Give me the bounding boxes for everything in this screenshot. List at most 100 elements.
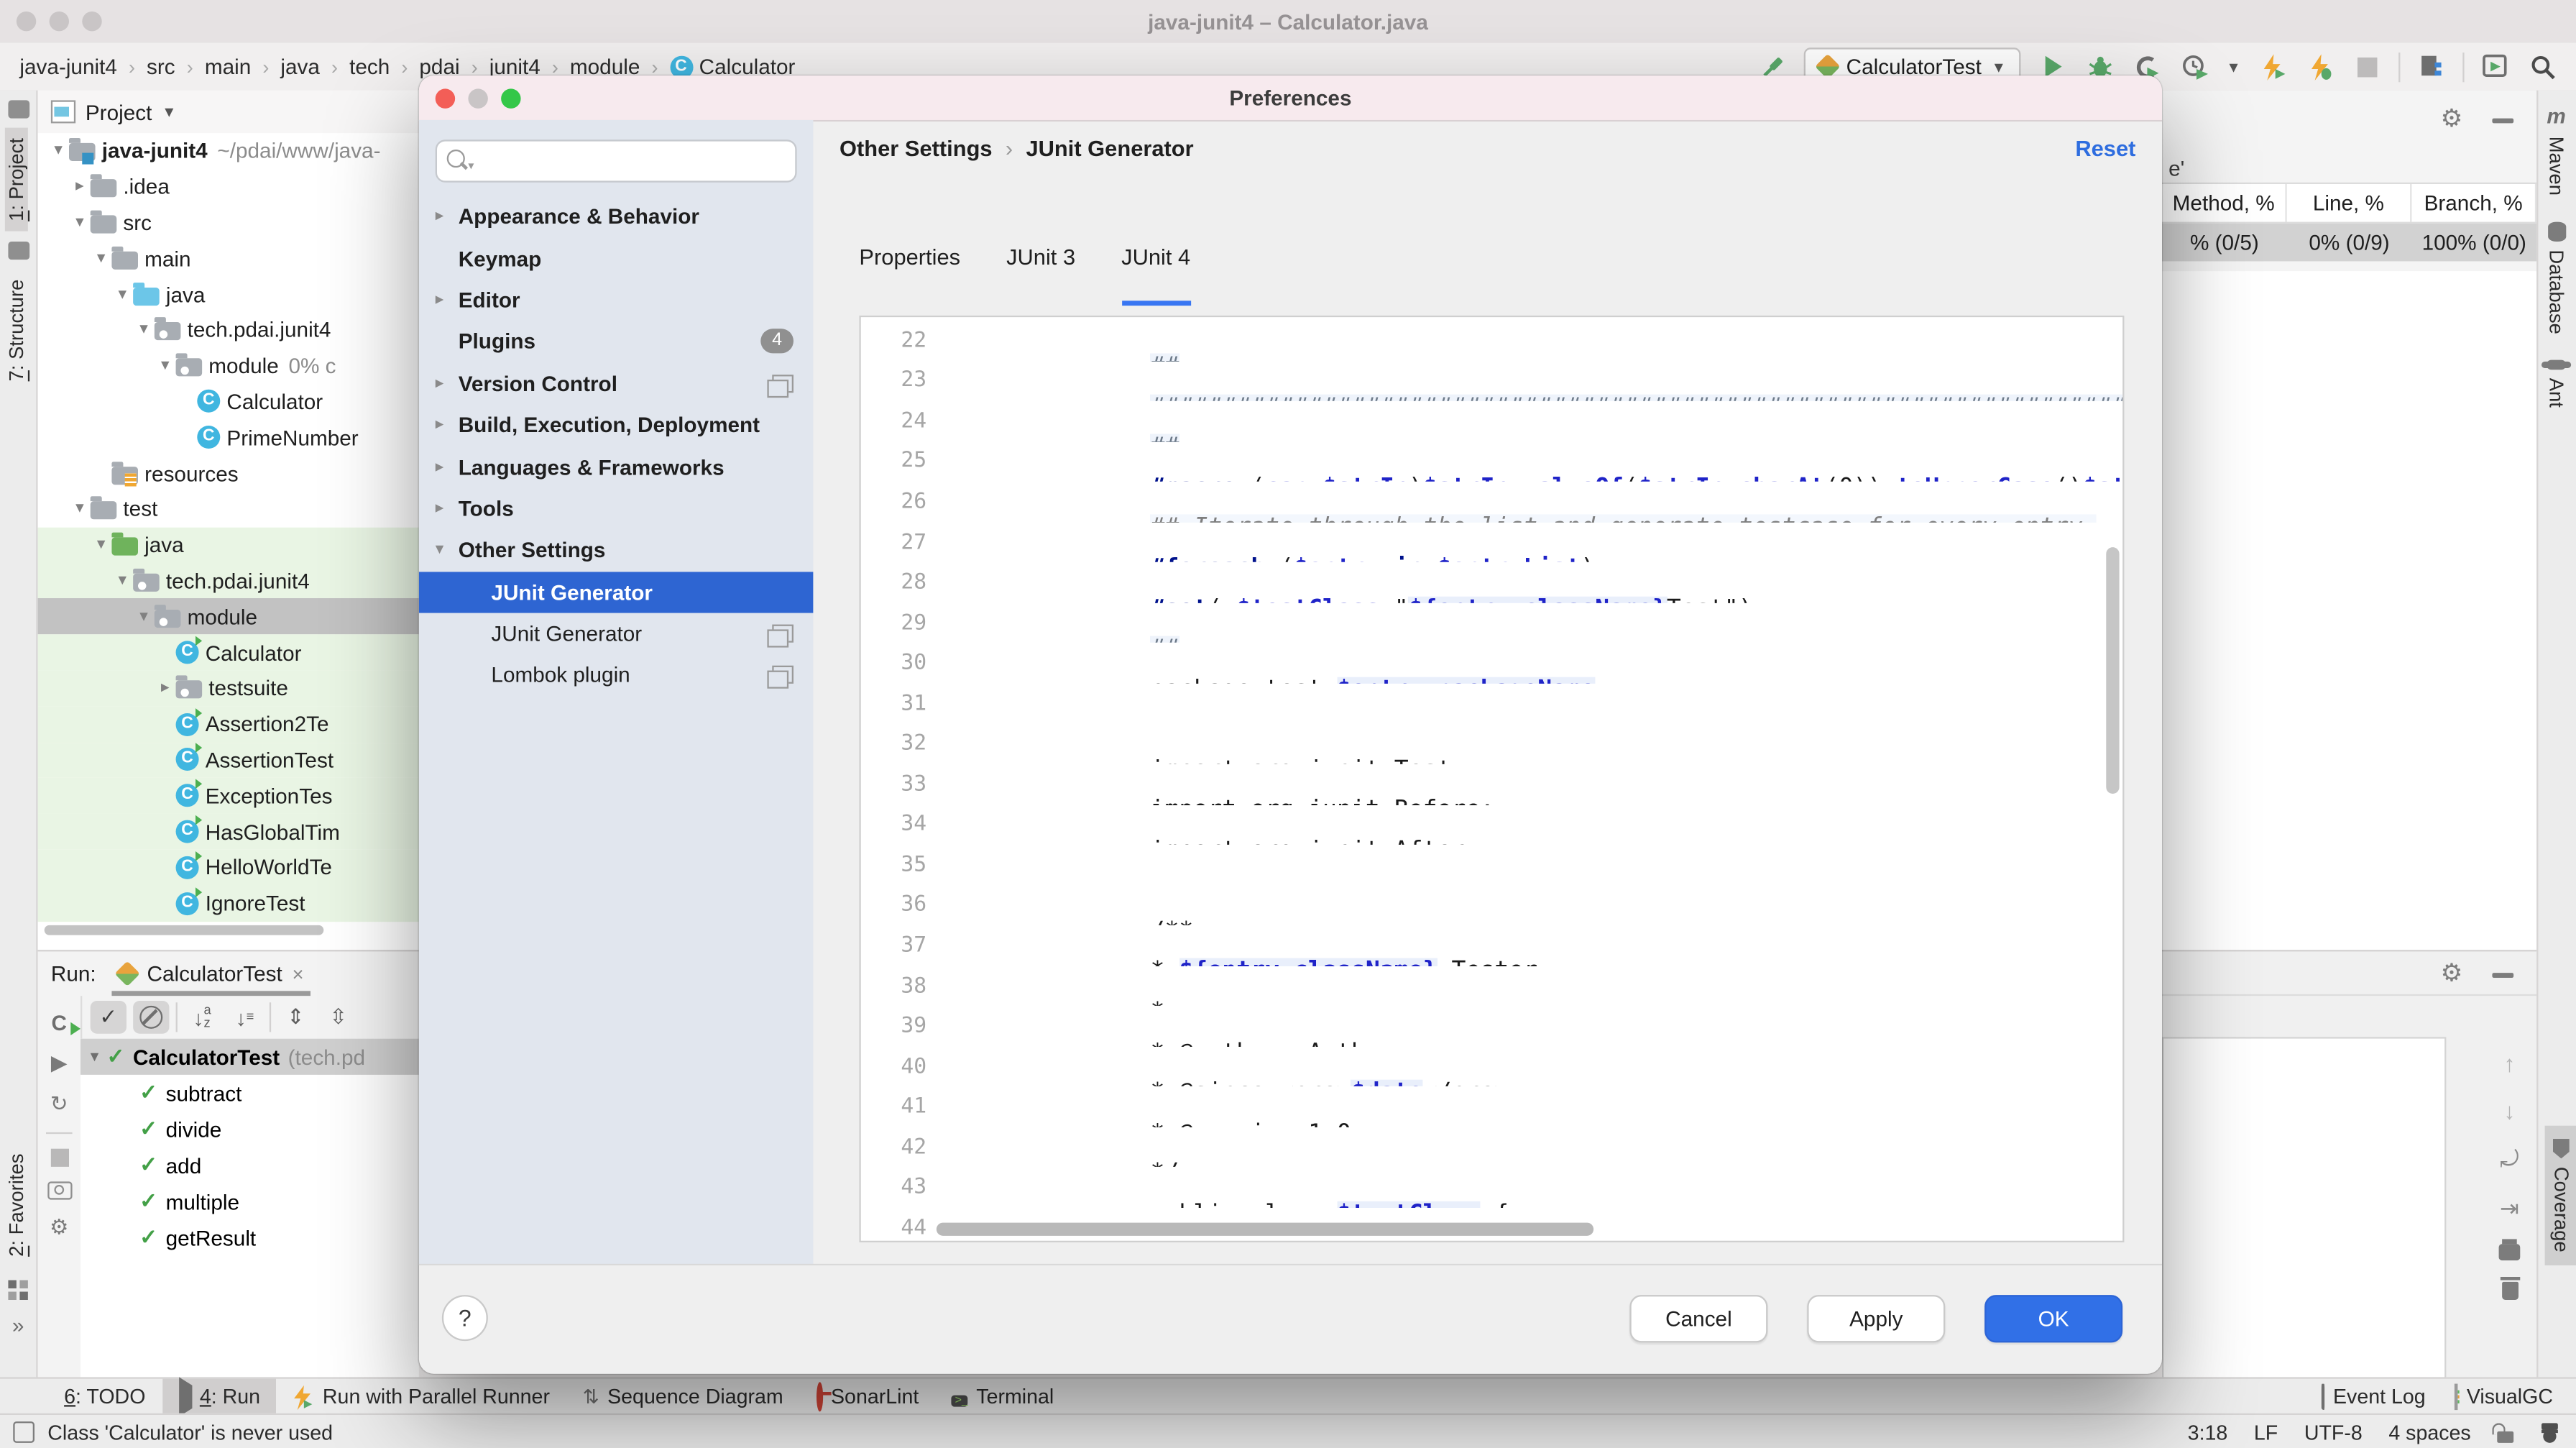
status-item[interactable]: LF (2254, 1421, 2278, 1444)
expand-arrow-icon[interactable]: ▾ (91, 536, 112, 554)
sidebar-item-ant[interactable]: Ant (2545, 347, 2568, 421)
debug-lightning-icon[interactable] (2304, 50, 2337, 83)
tree-row[interactable]: ExceptionTes (38, 778, 419, 814)
test-history-icon[interactable]: ⚙ (46, 1214, 73, 1241)
tree-row[interactable]: ▾ module (38, 599, 419, 635)
expand-arrow-icon[interactable]: ▸ (436, 458, 459, 476)
minimize-dialog-icon[interactable] (468, 88, 487, 107)
status-item[interactable]: UTF-8 (2304, 1421, 2363, 1444)
sidebar-item-project[interactable]: 1: Project (5, 128, 28, 231)
tree-row[interactable]: ▾ main (38, 241, 419, 277)
search-everywhere-icon[interactable] (2526, 50, 2559, 83)
status-item[interactable]: 3:18 (2188, 1421, 2228, 1444)
scroll-to-end-icon[interactable]: ⇥ (2500, 1195, 2519, 1223)
expand-arrow-icon[interactable]: ▸ (436, 416, 459, 434)
toolwindow-tab[interactable]: Event Log (2322, 1379, 2426, 1415)
project-structure-icon[interactable] (2415, 50, 2448, 83)
expand-arrow-icon[interactable]: ▾ (91, 1048, 99, 1066)
expand-arrow-icon[interactable]: ▸ (155, 679, 176, 697)
test-row[interactable]: ✓ subtract (80, 1075, 419, 1111)
settings-sidebar-item[interactable]: ▸ Languages & Frameworks (419, 446, 814, 487)
test-row[interactable]: ✓ divide (80, 1111, 419, 1147)
expand-all-icon[interactable]: ⇕ (277, 1001, 313, 1034)
expand-arrow-icon[interactable]: ▸ (69, 178, 91, 196)
expand-arrow-icon[interactable]: ▾ (133, 321, 155, 339)
tree-row[interactable]: IgnoreTest (38, 885, 419, 921)
help-button[interactable]: ? (442, 1295, 488, 1341)
minimize-window-icon[interactable] (50, 12, 69, 31)
settings-sidebar-item[interactable]: JUnit Generator (419, 613, 814, 654)
gear-icon[interactable]: ⚙ (2441, 107, 2463, 132)
toolwindow-tab[interactable]: Run with Parallel Runner (277, 1379, 566, 1415)
settings-sidebar-item[interactable]: JUnit Generator (419, 571, 814, 613)
clear-icon[interactable] (2501, 1282, 2518, 1300)
expand-arrow-icon[interactable]: ▸ (436, 290, 459, 308)
scrollbar-thumb[interactable] (45, 925, 324, 935)
breadcrumb-item[interactable]: java › (280, 54, 349, 78)
expand-arrow-icon[interactable]: ▾ (111, 285, 133, 303)
up-arrow-icon[interactable]: ↑ (2503, 1050, 2515, 1077)
hide-panel-icon[interactable] (2492, 119, 2513, 124)
dialog-window-controls[interactable] (436, 88, 521, 107)
expand-arrow-icon[interactable]: ▾ (69, 500, 91, 518)
expand-arrow-icon[interactable]: ▸ (436, 207, 459, 225)
breadcrumb-item[interactable]: tech › (349, 54, 419, 78)
snapshot-icon[interactable] (47, 1181, 71, 1199)
test-row[interactable]: ✓ getResult (80, 1219, 419, 1255)
sidebar-item-structure[interactable]: 7: Structure (5, 269, 28, 390)
tree-row[interactable]: ▾ java (38, 276, 419, 312)
status-item[interactable]: 4 spaces (2388, 1421, 2470, 1444)
close-tab-icon[interactable]: × (292, 962, 303, 985)
soft-wrap-icon[interactable]: ⤾ (2500, 1145, 2519, 1173)
status-icon[interactable] (13, 1421, 34, 1443)
expand-arrow-icon[interactable]: ▾ (155, 357, 176, 375)
expand-arrow-icon[interactable]: ▾ (133, 608, 155, 626)
settings-sidebar-item[interactable]: Plugins 4 (419, 321, 814, 362)
cancel-button[interactable]: Cancel (1629, 1295, 1767, 1342)
tree-row[interactable]: resources (38, 456, 419, 492)
toolwindow-tab[interactable]: VisualGC (2455, 1379, 2553, 1415)
settings-sidebar-item[interactable]: ▾ Other Settings (419, 529, 814, 571)
sidebar-item-maven[interactable]: m Maven (2545, 91, 2568, 209)
toolwindow-tab[interactable]: SonarLint (800, 1379, 936, 1415)
tree-row[interactable]: ▸ .idea (38, 169, 419, 205)
toolwindow-tab[interactable]: 6: TODO (40, 1379, 162, 1415)
settings-sidebar-item[interactable]: Keymap (419, 237, 814, 279)
settings-sidebar-item[interactable]: ▸ Editor (419, 279, 814, 321)
profiler-chevron-icon[interactable]: ▼ (2226, 58, 2240, 75)
gear-icon[interactable]: ⚙ (2441, 961, 2463, 986)
reset-link[interactable]: Reset (2075, 137, 2135, 161)
sidebar-item-coverage[interactable]: Coverage (2545, 1126, 2576, 1265)
ok-button[interactable]: OK (1984, 1295, 2122, 1342)
expand-arrow-icon[interactable]: ▾ (47, 142, 69, 160)
run-tab[interactable]: CalculatorTest × (112, 951, 310, 996)
tree-row[interactable]: ▾ src (38, 205, 419, 241)
show-passed-toggle[interactable]: ✓ (91, 1001, 126, 1034)
expand-arrow-icon[interactable]: ▾ (111, 572, 133, 590)
toolwindow-tab[interactable]: >_ Terminal (935, 1379, 1070, 1415)
close-dialog-icon[interactable] (436, 88, 455, 107)
console-output[interactable] (2162, 1037, 2446, 1378)
tree-row[interactable]: Calculator (38, 384, 419, 420)
settings-sidebar-item[interactable]: ▸ Tools (419, 487, 814, 529)
run-anything-icon[interactable] (2479, 50, 2512, 83)
sidebar-item-favorites[interactable]: 2: Favorites (5, 1145, 28, 1268)
settings-sidebar-item[interactable]: ▸ Version Control (419, 362, 814, 404)
settings-tab[interactable]: Properties (859, 245, 960, 283)
user-plugin-icon[interactable] (2540, 1422, 2559, 1442)
sort-by-duration-icon[interactable]: ↓≡ (226, 1001, 262, 1034)
print-icon[interactable] (2499, 1244, 2521, 1260)
tree-row[interactable]: Calculator (38, 635, 419, 671)
apply-button[interactable]: Apply (1807, 1295, 1945, 1342)
down-arrow-icon[interactable]: ↓ (2503, 1098, 2515, 1124)
toolwindow-tab[interactable]: 4: Run (162, 1379, 277, 1415)
coverage-column-header[interactable]: Line, % (2287, 184, 2412, 222)
tree-row[interactable]: ▾ test (38, 491, 419, 527)
test-root-row[interactable]: ▾ ✓ CalculatorTest (tech.pd (80, 1039, 419, 1075)
rerun-tests-icon[interactable]: C (46, 1009, 73, 1035)
more-toolwindows-icon[interactable]: » (0, 1313, 36, 1337)
tree-row[interactable]: ▸ testsuite (38, 670, 419, 706)
expand-arrow-icon[interactable]: ▸ (436, 375, 459, 393)
expand-arrow-icon[interactable]: ▾ (436, 541, 459, 559)
stop-button[interactable] (2351, 50, 2384, 83)
